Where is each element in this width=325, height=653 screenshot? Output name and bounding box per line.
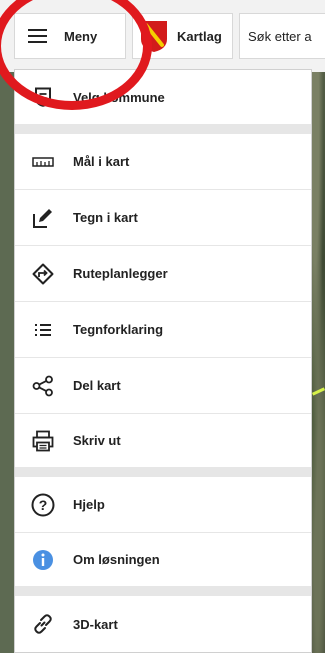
hamburger-icon: [28, 29, 47, 43]
menu-item-label: Tegn i kart: [73, 210, 138, 225]
svg-text:?: ?: [39, 497, 48, 513]
menu-item-label: Del kart: [73, 378, 121, 393]
menu-item-label: Hjelp: [73, 497, 105, 512]
share-icon: [31, 374, 55, 398]
menu-panel: Velg kommune Mål i kart Tegn i kart Rute…: [14, 69, 312, 653]
menu-item-label: Skriv ut: [73, 433, 121, 448]
list-icon: [31, 318, 55, 342]
menu-separator: [15, 125, 311, 134]
menu-item-select-municipality[interactable]: Velg kommune: [15, 70, 311, 125]
menu-item-about[interactable]: Om løsningen: [15, 533, 311, 587]
menu-item-measure[interactable]: Mål i kart: [15, 134, 311, 190]
menu-item-share[interactable]: Del kart: [15, 358, 311, 414]
menu-item-route-planner[interactable]: Ruteplanlegger: [15, 246, 311, 302]
ruler-icon: [31, 150, 55, 174]
menu-item-label: Tegnforklaring: [73, 322, 164, 337]
menu-item-help[interactable]: ? Hjelp: [15, 477, 311, 533]
menu-item-legend[interactable]: Tegnforklaring: [15, 302, 311, 358]
menu-button-label: Meny: [64, 28, 98, 44]
link-icon: [31, 612, 55, 636]
route-diamond-icon: [31, 262, 55, 286]
info-circle-icon: [31, 548, 55, 572]
menu-item-label: Om løsningen: [73, 552, 160, 567]
menu-item-label: Mål i kart: [73, 154, 130, 169]
search-input[interactable]: Søk etter a: [239, 13, 325, 59]
top-toolbar: Meny Kartlag Søk etter a: [0, 0, 325, 72]
menu-item-label: Velg kommune: [73, 89, 165, 105]
menu-item-label: 3D-kart: [73, 616, 118, 632]
shield-icon: [31, 85, 55, 109]
menu-button[interactable]: Meny: [14, 13, 126, 59]
menu-separator: [15, 468, 311, 477]
menu-separator: [15, 587, 311, 596]
printer-icon: [31, 429, 55, 453]
coat-of-arms-icon: [141, 21, 167, 52]
search-placeholder: Søk etter a: [248, 28, 312, 44]
layers-button[interactable]: Kartlag: [132, 13, 233, 59]
question-circle-icon: ?: [31, 493, 55, 517]
menu-item-draw[interactable]: Tegn i kart: [15, 190, 311, 246]
pencil-square-icon: [31, 206, 55, 230]
menu-item-print[interactable]: Skriv ut: [15, 414, 311, 468]
menu-item-label: Ruteplanlegger: [73, 266, 168, 281]
layers-button-label: Kartlag: [177, 28, 222, 44]
menu-item-3d-map[interactable]: 3D-kart: [15, 596, 311, 652]
